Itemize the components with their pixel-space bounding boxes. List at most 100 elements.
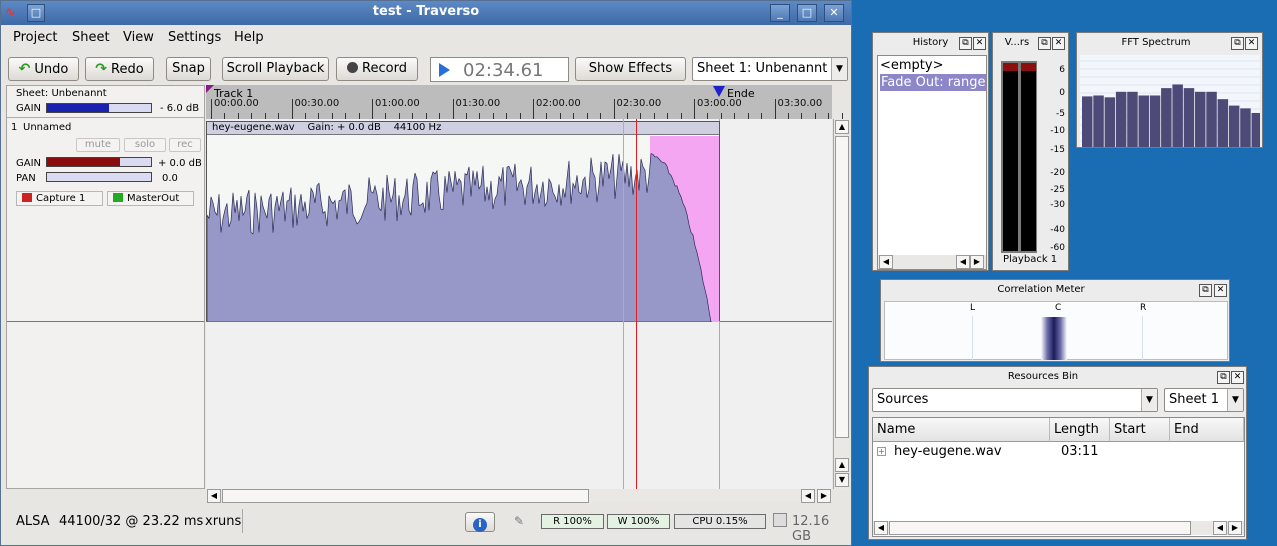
close-button[interactable]: ✕ [1231,371,1244,384]
menu-help[interactable]: Help [234,30,264,45]
menu-view[interactable]: View [123,30,154,45]
sheet-gain-slider[interactable] [46,103,152,113]
waveform [207,136,719,322]
undo-label: Undo [34,62,69,77]
history-item-selected[interactable]: Fade Out: range [880,74,986,91]
source-select[interactable]: Sources ▼ [872,388,1158,412]
scroll-left-button[interactable]: ◀ [207,489,221,503]
resource-sheet-select[interactable]: Sheet 1 ▼ [1164,388,1244,412]
cpu-meter: CPU 0.15% [674,514,766,529]
resources-table[interactable]: Name Length Start End + hey-eugene.wav 0… [872,417,1245,537]
end-marker-icon[interactable] [713,86,725,97]
track-gain-slider[interactable] [46,157,152,167]
col-name-header[interactable]: Name [873,418,1050,442]
audio-clip[interactable]: hey-eugene.wav Gain: + 0.0 dB 44100 Hz [206,121,720,322]
info-button[interactable]: i [465,512,495,532]
scroll-down-button[interactable]: ▼ [835,473,849,487]
main-window: ∿ □ test - Traverso _ □ ✕ Project Sheet … [0,0,852,546]
fft-bar [1093,95,1104,147]
track-marker-icon [206,85,214,93]
scroll-right-button[interactable]: ▶ [817,489,831,503]
hscroll-thumb[interactable] [222,489,589,503]
scroll-up-button-2[interactable]: ▲ [835,458,849,472]
float-button[interactable]: ⧉ [1038,37,1051,50]
col-end-header[interactable]: End [1170,418,1244,442]
scroll-left-button[interactable]: ◀ [874,521,888,535]
minimize-button[interactable]: _ [770,4,790,22]
menu-project[interactable]: Project [13,30,57,45]
playhead[interactable] [636,119,637,489]
col-length-header[interactable]: Length [1050,418,1110,442]
play-icon[interactable] [439,63,450,77]
expand-icon[interactable]: + [877,447,886,456]
rec-button[interactable]: rec [169,138,201,152]
history-list[interactable]: <empty> Fade Out: range ◀ ◀ ▶ [877,55,987,270]
undo-button[interactable]: ↶ Undo [8,57,79,81]
history-hscrollbar[interactable]: ◀ ◀ ▶ [878,255,986,269]
correlation-left-label: L [970,303,976,313]
col-start-header[interactable]: Start [1110,418,1170,442]
correlation-indicator [1041,317,1067,360]
snap-button[interactable]: Snap [166,57,211,81]
title-bar[interactable]: ∿ □ test - Traverso _ □ ✕ [1,1,851,25]
scroll-up-button[interactable]: ▲ [835,120,849,134]
mute-button[interactable]: mute [76,138,120,152]
record-button[interactable]: Record [336,57,418,81]
disk-io-icon: ✎ [514,514,525,528]
track-canvas[interactable]: hey-eugene.wav Gain: + 0.0 dB 44100 Hz [206,119,832,489]
redo-label: Redo [111,62,144,77]
float-button[interactable]: ⧉ [1231,37,1244,50]
scroll-left-button-2[interactable]: ◀ [1213,521,1227,535]
timeline-ruler[interactable]: Track 1 Ende 00:00.00 00:30.00 01:00.00 01:… [206,85,843,119]
scroll-right-button[interactable]: ▶ [970,255,984,269]
menu-settings[interactable]: Settings [168,30,221,45]
horizontal-scrollbar[interactable]: ◀ ◀ ▶ [206,489,832,503]
scroll-left-button-2[interactable]: ◀ [801,489,815,503]
hscroll-thumb[interactable] [889,521,1191,535]
clip-filename: hey-eugene.wav [212,122,295,133]
track-name[interactable]: Unnamed [23,122,71,133]
ruler-tick [211,99,212,119]
table-row[interactable]: + hey-eugene.wav 03:11 [873,444,1244,460]
vu-meter-bars [1001,61,1037,253]
history-item[interactable]: <empty> [880,58,984,74]
menu-sheet[interactable]: Sheet [72,30,110,45]
close-button[interactable]: ✕ [1245,37,1258,50]
float-button[interactable]: ⧉ [1199,284,1212,297]
clip-rate: 44100 Hz [393,122,442,133]
close-button[interactable]: ✕ [1052,37,1065,50]
scroll-playback-button[interactable]: Scroll Playback [222,57,329,81]
close-button[interactable]: ✕ [973,37,986,50]
track-pan-slider[interactable] [46,172,152,182]
resources-hscrollbar[interactable]: ◀ ◀ ▶ [873,521,1244,535]
time-display: 02:34.61 [463,60,544,81]
show-effects-button[interactable]: Show Effects [575,57,686,81]
solo-button[interactable]: solo [124,138,166,152]
scroll-left-button[interactable]: ◀ [879,255,893,269]
redo-icon: ↷ [95,61,108,77]
fft-bar [1127,91,1138,147]
record-label: Record [362,61,407,76]
close-button[interactable]: ✕ [1214,284,1227,297]
sheet-select[interactable]: Sheet 1: Unbenannt ▼ [692,57,848,81]
close-button[interactable]: ✕ [824,4,844,22]
float-button[interactable]: ⧉ [959,37,972,50]
sheet-label: Sheet: Unbenannt [16,88,107,99]
redo-button[interactable]: ↷ Redo [85,57,154,81]
scroll-left-button-2[interactable]: ◀ [956,255,970,269]
sheet-gain-label: GAIN [16,103,42,114]
ruler-tick-label: 02:30.00 [616,98,662,109]
divider [7,117,204,118]
scroll-right-button[interactable]: ▶ [1228,521,1242,535]
capture-button[interactable]: Capture 1 [16,191,103,206]
fft-bar [1082,96,1093,147]
output-button[interactable]: MasterOut [107,191,194,206]
maximize-button[interactable]: □ [797,4,817,22]
vu-scale-label: 6 [1059,65,1065,75]
float-button[interactable]: ⧉ [1217,371,1230,384]
scroll-thumb[interactable] [835,136,849,438]
vertical-scrollbar[interactable]: ▲ ▲ ▼ [833,119,849,489]
vu-scale-label: -40 [1050,225,1065,235]
resource-name: hey-eugene.wav [894,444,1002,459]
source-select-value: Sources [877,392,929,407]
